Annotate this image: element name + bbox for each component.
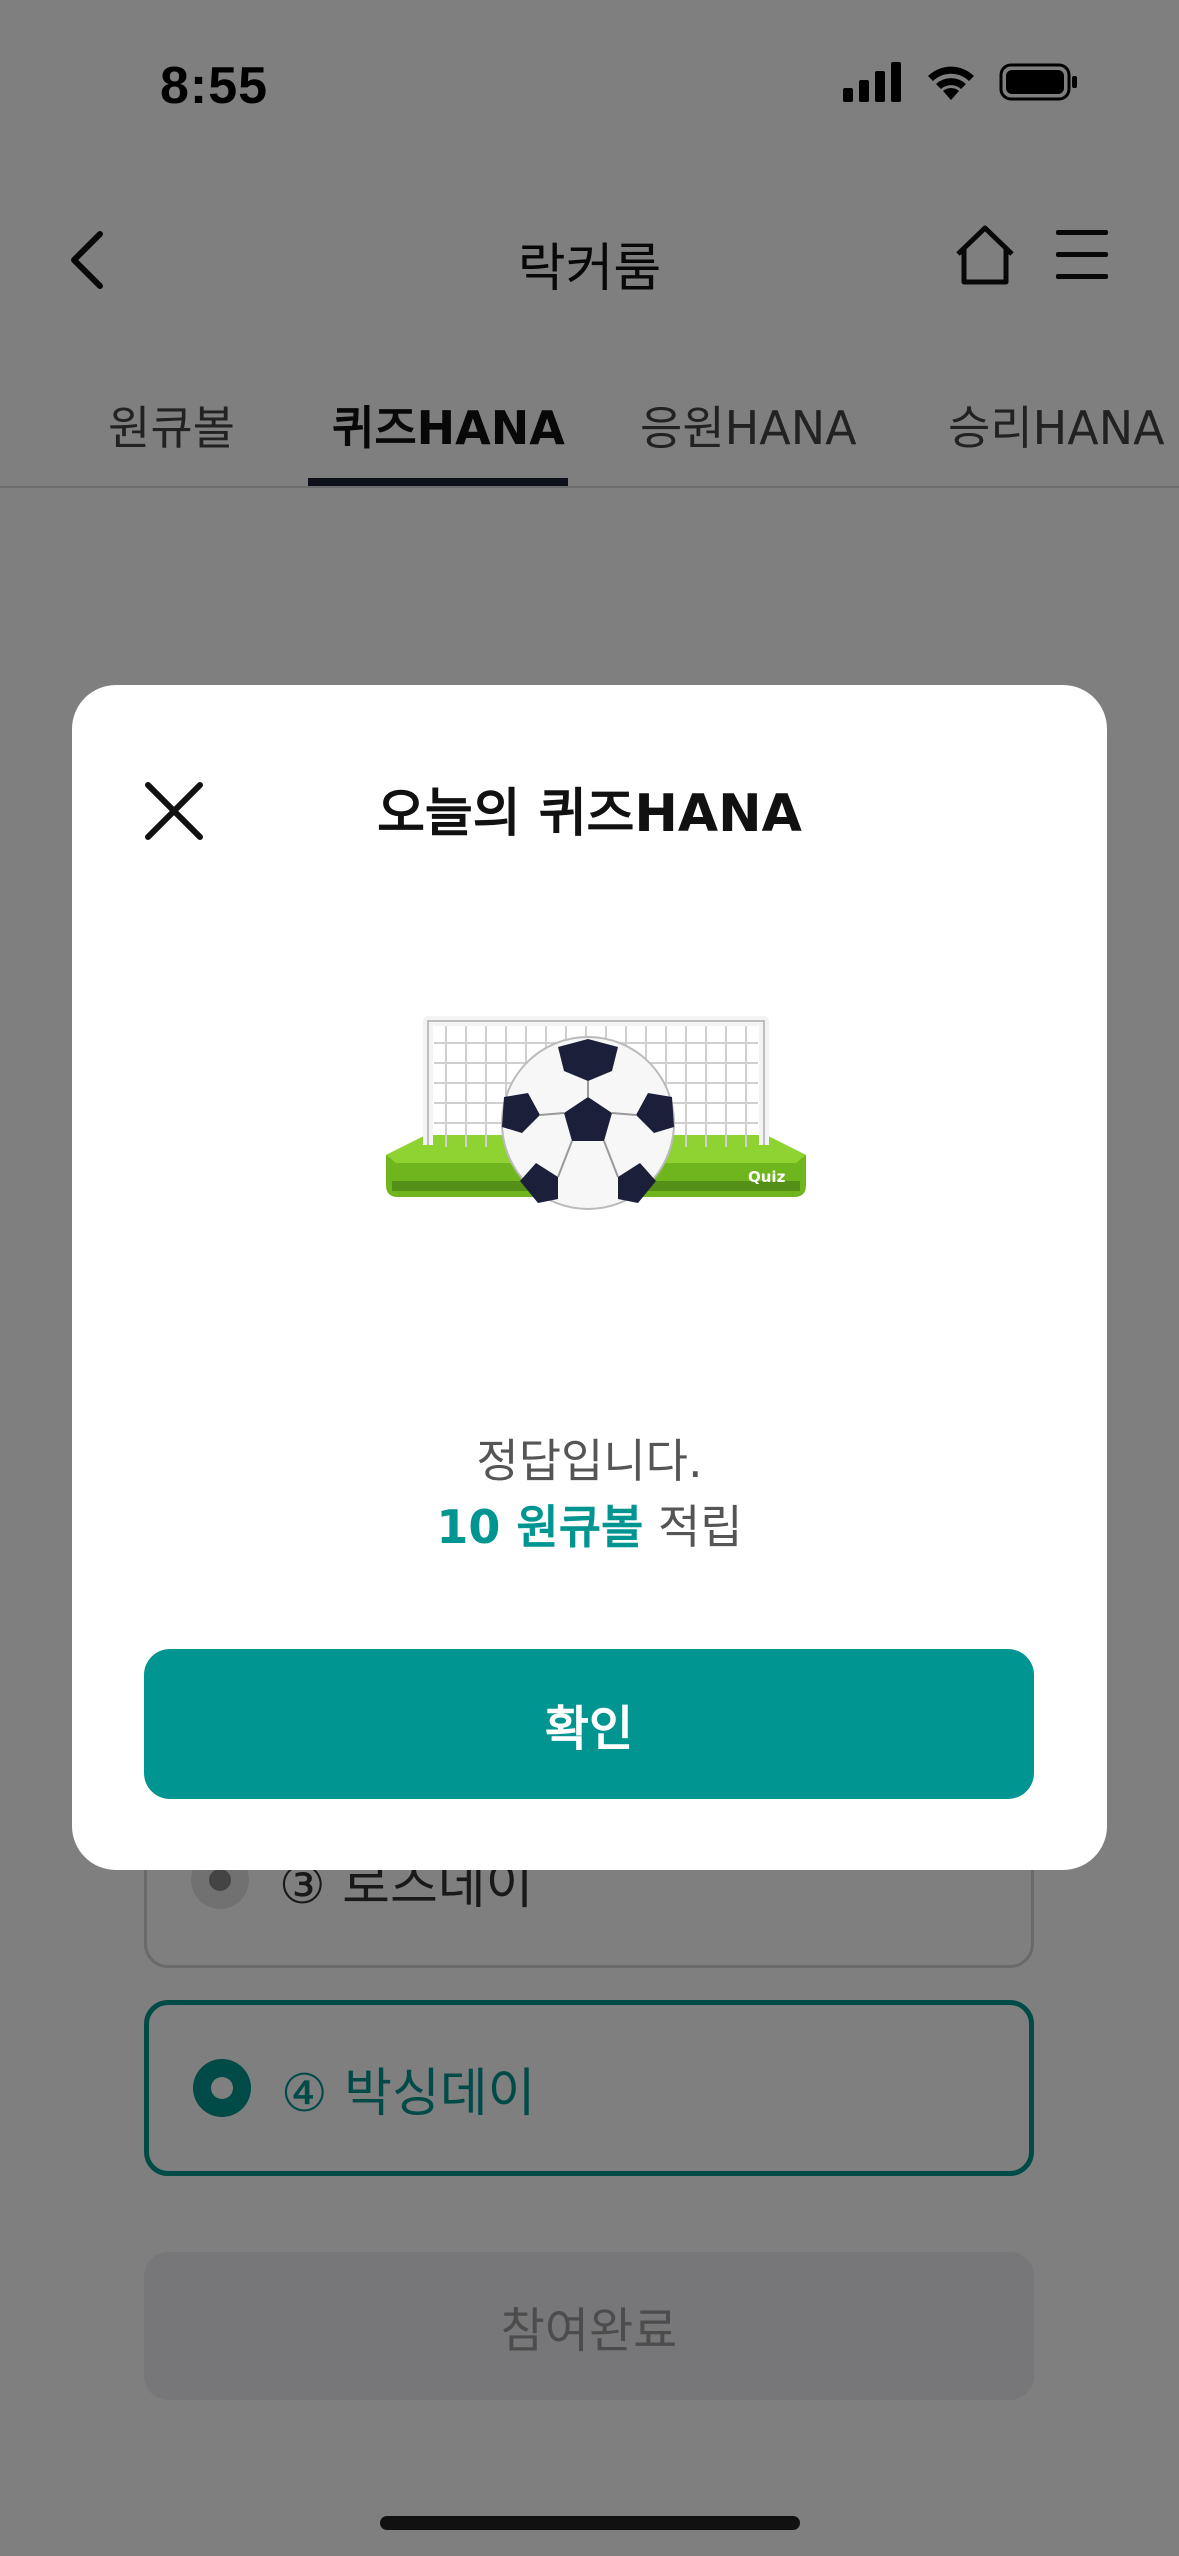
soccer-goal-illustration: Quiz <box>386 1016 806 1210</box>
home-indicator <box>380 2516 800 2530</box>
result-message: 정답입니다. <box>476 1434 703 1488</box>
modal-title: 오늘의 퀴즈HANA <box>377 784 802 844</box>
reward-amount: 10 원큐볼 <box>436 1500 644 1554</box>
confirm-button[interactable]: 확인 <box>144 1649 1034 1799</box>
quiz-result-modal: 오늘의 퀴즈HANA Quiz 정답입니다. 10 원큐볼 적립 확인 <box>72 685 1107 1870</box>
reward-suffix: 적립 <box>643 1500 743 1554</box>
reward-message: 10 원큐볼 적립 <box>72 1491 1107 1557</box>
quiz-badge-text: Quiz <box>748 1168 786 1186</box>
